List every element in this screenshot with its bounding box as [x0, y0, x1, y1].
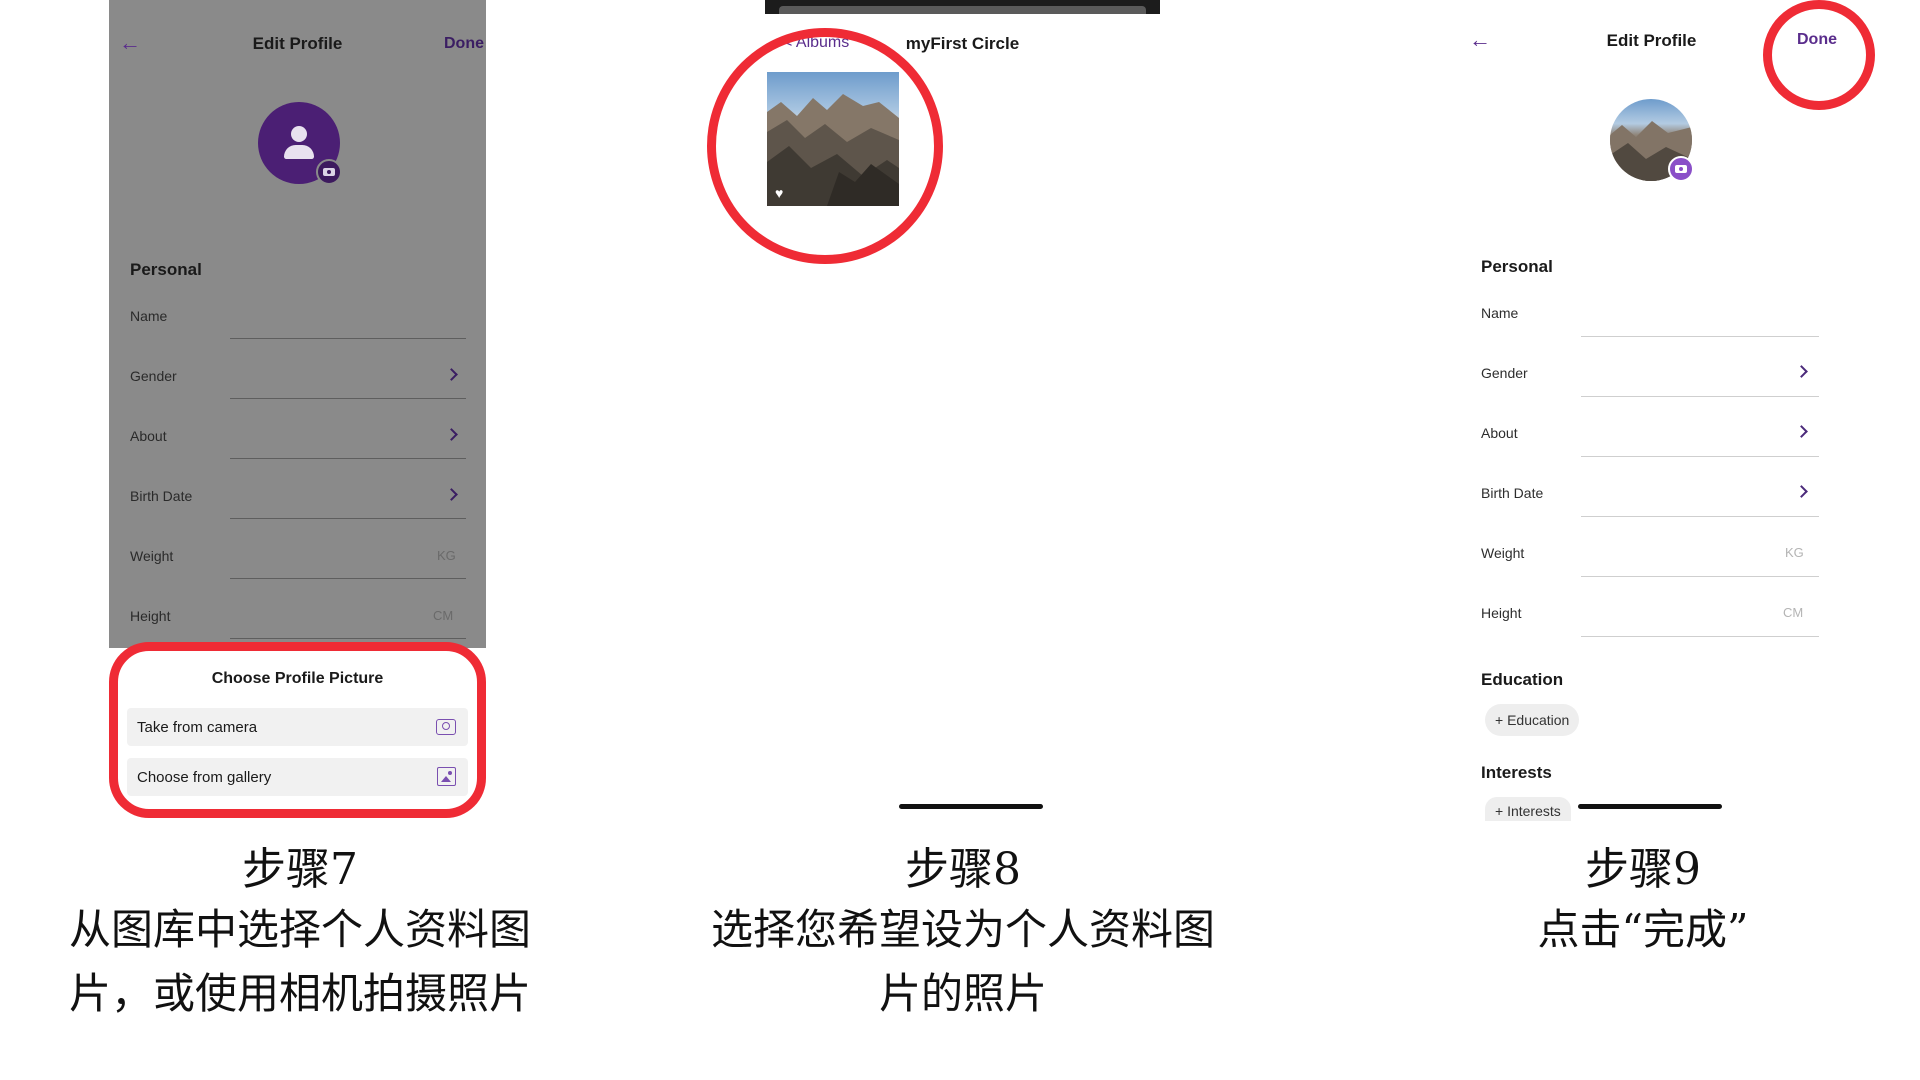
caption-line: 片，或使用相机拍摄照片: [68, 969, 531, 1018]
camera-badge-icon[interactable]: [316, 159, 342, 185]
step8-screenshot: < Albums myFirst Circle ♥: [707, 0, 1160, 818]
highlight-ring: [109, 642, 486, 818]
section-education-title: Education: [1481, 670, 1564, 689]
chevron-right-icon[interactable]: [445, 368, 458, 381]
step-number: 步骤8: [905, 844, 1021, 895]
back-arrow-icon[interactable]: ←: [119, 32, 141, 54]
chevron-right-icon[interactable]: [445, 488, 458, 501]
done-button[interactable]: Done: [444, 35, 484, 53]
person-icon: [291, 126, 307, 142]
highlight-ring: [1763, 0, 1875, 110]
field-label-birth-date: Birth Date: [1481, 485, 1544, 501]
gender-input[interactable]: [1581, 396, 1819, 397]
field-label-name: Name: [1481, 305, 1519, 321]
field-label-birth-date: Birth Date: [130, 488, 193, 504]
step-number: 步骤9: [1585, 844, 1701, 895]
field-label-about: About: [1481, 425, 1518, 441]
unit-cm: CM: [433, 608, 454, 623]
back-arrow-icon[interactable]: ←: [1469, 29, 1491, 51]
step7-screenshot: ← Edit Profile Done Personal Name Gender…: [109, 0, 486, 818]
caption-line: 点击“完成”: [1537, 905, 1749, 954]
unit-kg: KG: [437, 548, 456, 563]
field-label-height: Height: [1481, 605, 1522, 621]
camera-badge-icon[interactable]: [1668, 156, 1694, 182]
field-label-gender: Gender: [1481, 365, 1528, 381]
caption-line: 从图库中选择个人资料图: [68, 905, 531, 954]
home-indicator: [899, 804, 1043, 809]
height-input[interactable]: [1581, 636, 1819, 637]
step-number: 步骤7: [242, 844, 358, 895]
chip-label: + Education: [1495, 712, 1570, 728]
step9-caption: 步骤9 点击“完成”: [1360, 842, 1920, 962]
section-personal-title: Personal: [1481, 257, 1553, 276]
page-title: Edit Profile: [252, 34, 343, 53]
name-input[interactable]: [1581, 336, 1819, 337]
chevron-right-icon[interactable]: [445, 428, 458, 441]
step9-screenshot: ← Edit Profile Done Personal Name Gender…: [1463, 0, 1875, 821]
caption-line: 片的照片: [878, 969, 1047, 1018]
field-label-gender: Gender: [130, 368, 177, 384]
step7-caption: 步骤7 从图库中选择个人资料图 片，或使用相机拍摄照片: [20, 842, 580, 1026]
home-indicator: [1578, 804, 1722, 809]
weight-input[interactable]: [1581, 576, 1819, 577]
section-personal-title: Personal: [130, 260, 202, 279]
field-label-weight: Weight: [130, 548, 174, 564]
field-label-about: About: [130, 428, 167, 444]
caption-line: 选择您希望设为个人资料图: [710, 905, 1215, 954]
field-label-height: Height: [130, 608, 171, 624]
gender-input[interactable]: [230, 398, 466, 399]
page-title: Edit Profile: [1606, 31, 1697, 50]
add-interests-chip[interactable]: + Interests: [1485, 797, 1571, 821]
birth-date-input[interactable]: [1581, 516, 1819, 517]
field-label-name: Name: [130, 308, 168, 324]
birth-date-input[interactable]: [230, 518, 466, 519]
section-interests-title: Interests: [1481, 763, 1552, 782]
about-input[interactable]: [1581, 456, 1819, 457]
unit-kg: KG: [1785, 545, 1804, 560]
chevron-right-icon[interactable]: [1795, 485, 1808, 498]
unit-cm: CM: [1783, 605, 1804, 620]
chevron-right-icon[interactable]: [1795, 425, 1808, 438]
step8-caption: 步骤8 选择您希望设为个人资料图 片的照片: [680, 842, 1246, 1026]
chip-label: + Interests: [1495, 803, 1561, 819]
highlight-ring: [707, 28, 943, 264]
about-input[interactable]: [230, 458, 466, 459]
name-input[interactable]: [230, 338, 466, 339]
add-education-chip[interactable]: + Education: [1485, 704, 1579, 736]
status-bar: [765, 0, 1160, 14]
height-input[interactable]: [230, 638, 466, 639]
field-label-weight: Weight: [1481, 545, 1525, 561]
weight-input[interactable]: [230, 578, 466, 579]
dimmed-edit-profile-screen: ← Edit Profile Done Personal Name Gender…: [109, 0, 486, 648]
chevron-right-icon[interactable]: [1795, 365, 1808, 378]
